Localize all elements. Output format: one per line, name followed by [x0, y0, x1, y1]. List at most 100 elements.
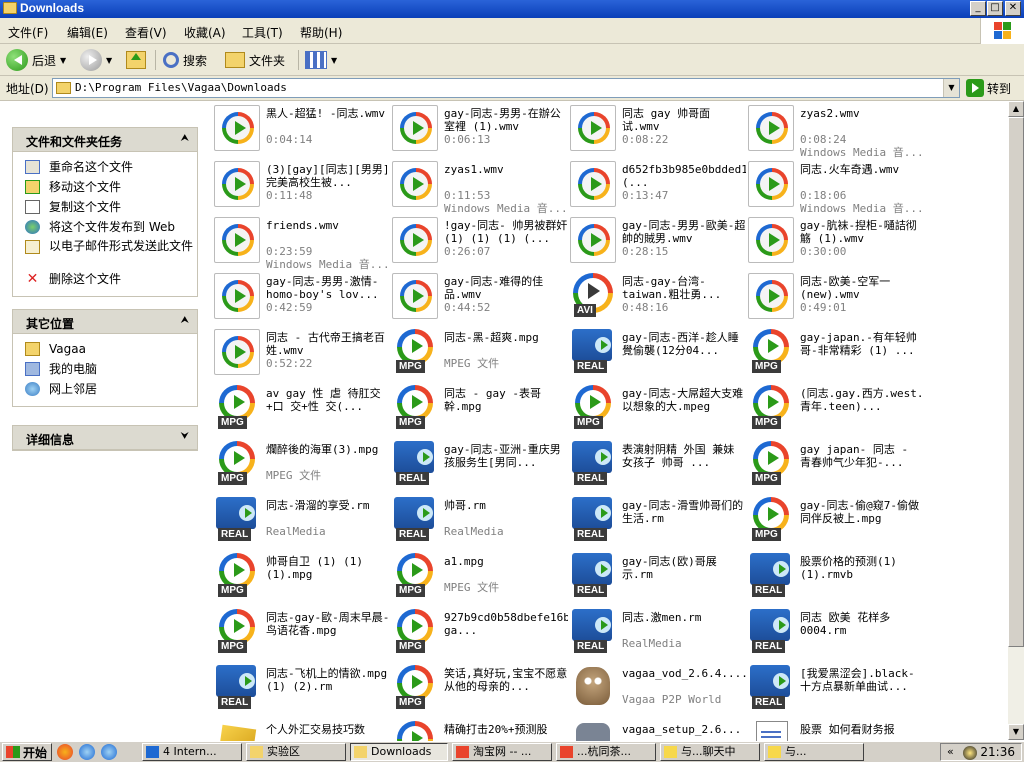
scroll-thumb[interactable] — [1008, 117, 1024, 647]
file-item[interactable]: MPG 同志-gay-歐-周末早晨-鸟语花香.mpg — [212, 607, 390, 663]
chevron-left-icon[interactable]: « — [947, 745, 954, 758]
file-item[interactable]: MPG927b9cd0b58dbefe16bfe0e36464b369 ga..… — [390, 607, 568, 663]
file-item[interactable]: MPG 爛醉後的海軍(3).mpg MPEG 文件 — [212, 439, 390, 495]
task-email[interactable]: 以电子邮件形式发送此文件 — [25, 238, 197, 270]
file-item[interactable]: AVI 同志-gay-台湾-taiwan.粗壮勇... 0:48:16 — [568, 271, 746, 327]
file-item[interactable]: vagaa_setup_2.6... — [568, 719, 746, 741]
menu-edit[interactable]: 编辑(E) — [67, 24, 108, 41]
file-item[interactable]: gay-同志-男男-在辦公室裡 (1).wmv 0:06:13 — [390, 103, 568, 159]
chevron-down-icon[interactable]: ▼ — [943, 79, 959, 97]
file-item[interactable]: REAL 同志 欧美 花样多0004.rm — [746, 607, 924, 663]
expand-icon[interactable]: ⮟ — [181, 431, 190, 442]
file-item[interactable]: MPG 同志-黑-超爽.mpg MPEG 文件 — [390, 327, 568, 383]
file-item[interactable]: gay-同志-男男-激情-homo-boy's lov... 0:42:59 — [212, 271, 390, 327]
media-player-icon[interactable] — [57, 744, 73, 760]
menu-tools[interactable]: 工具(T) — [242, 24, 283, 41]
file-item[interactable]: 个人外汇交易技巧数 — [212, 719, 390, 741]
go-button[interactable]: 转到 — [966, 79, 1011, 97]
task-move[interactable]: 移动这个文件 — [25, 178, 197, 198]
collapse-icon[interactable]: ⮝ — [181, 133, 190, 144]
file-item[interactable]: MPG gay-同志-大屌超大支难以想象的大.mpeg — [568, 383, 746, 439]
file-item[interactable]: (3)[gay][同志][男男]完美高校生被... 0:11:48 — [212, 159, 390, 215]
taskbar-button[interactable]: 与... — [764, 743, 864, 761]
task-delete[interactable]: ✕ 删除这个文件 — [25, 270, 197, 290]
file-item[interactable]: zyas2.wmv 0:08:24 Windows Media 音... — [746, 103, 924, 159]
file-item[interactable]: REAL [我爱黑涩会].black-十方点暴新单曲试... — [746, 663, 924, 719]
menu-view[interactable]: 查看(V) — [125, 24, 167, 41]
place-my-computer[interactable]: 我的电脑 — [25, 360, 197, 380]
address-input[interactable]: D:\Program Files\Vagaa\Downloads ▼ — [52, 78, 960, 98]
close-button[interactable]: ✕ — [1005, 1, 1021, 16]
file-item[interactable]: REAL gay-同志-滑雪帅哥们的生活.rm — [568, 495, 746, 551]
other-places-header[interactable]: 其它位置 ⮝ — [13, 310, 197, 334]
file-item[interactable]: REAL gay-同志-亚洲-重庆男孩服务生[男同... — [390, 439, 568, 495]
file-item[interactable]: gay-同志-男男-歐美-超帥的賊男.wmv 0:28:15 — [568, 215, 746, 271]
real-file-icon: REAL — [214, 665, 260, 711]
file-item[interactable]: REAL 同志.激men.rm RealMedia — [568, 607, 746, 663]
taskbar-button[interactable]: ...杭同茶... — [556, 743, 656, 761]
taskbar-button[interactable]: 淘宝网 -- ... — [452, 743, 552, 761]
file-item[interactable]: MPG 帅哥自卫 (1) (1)(1).mpg — [212, 551, 390, 607]
views-button[interactable]: ▼ — [305, 48, 337, 72]
file-item[interactable]: REAL 股票价格的预测(1)(1).rmvb — [746, 551, 924, 607]
file-item[interactable]: MPG a1.mpg MPEG 文件 — [390, 551, 568, 607]
task-publish-web[interactable]: 将这个文件发布到 Web — [25, 218, 197, 238]
taskbar-button[interactable]: 与...聊天中 — [660, 743, 760, 761]
file-item[interactable]: REAL 帅哥.rm RealMedia — [390, 495, 568, 551]
file-item[interactable]: MPG 同志 - gay -表哥幹.mpg — [390, 383, 568, 439]
file-item[interactable]: 同志 - 古代帝王搞老百姓.wmv 0:52:22 — [212, 327, 390, 383]
file-item[interactable]: MPG 笑话,真好玩,宝宝不愿意从他的母亲的... — [390, 663, 568, 719]
quicklaunch-icon[interactable] — [79, 744, 95, 760]
file-item[interactable]: friends.wmv 0:23:59 Windows Media 音... — [212, 215, 390, 271]
file-item[interactable]: 同志.火车奇遇.wmv 0:18:06 Windows Media 音... — [746, 159, 924, 215]
internet-explorer-icon[interactable] — [101, 744, 117, 760]
file-item[interactable]: gay-肮袜-揑柜-嗵詰彻觞 (1).wmv 0:30:00 — [746, 215, 924, 271]
file-item[interactable]: MPG gay japan- 同志 - 青春帅气少年犯-... — [746, 439, 924, 495]
taskbar-button[interactable]: 4 Intern... — [142, 743, 242, 761]
taskbar-button[interactable]: 实验区 — [246, 743, 346, 761]
file-item[interactable]: MPG 精确打击20%+预测股 — [390, 719, 568, 741]
file-item[interactable]: 同志-欧美-空军一(new).wmv 0:49:01 — [746, 271, 924, 327]
menu-favorites[interactable]: 收藏(A) — [184, 24, 226, 41]
start-button[interactable]: 开始 — [2, 743, 52, 761]
scroll-down-button[interactable]: ▼ — [1008, 724, 1024, 740]
search-button[interactable]: 搜索 — [163, 48, 207, 72]
back-button[interactable]: 后退 ▼ — [6, 48, 66, 72]
file-item[interactable]: 黑人-超猛! -同志.wmv 0:04:14 — [212, 103, 390, 159]
maximize-button[interactable]: □ — [987, 1, 1003, 16]
file-item[interactable]: REAL 同志-飞机上的情欲.mpg (1) (2).rm — [212, 663, 390, 719]
vertical-scrollbar[interactable]: ▲ ▼ — [1008, 101, 1024, 740]
task-rename[interactable]: 重命名这个文件 — [25, 158, 197, 178]
file-item[interactable]: gay-同志-难得的佳品.wmv 0:44:52 — [390, 271, 568, 327]
file-item[interactable]: 同志 gay 帅哥面试.wmv 0:08:22 — [568, 103, 746, 159]
file-item[interactable]: REAL gay-同志(欧)哥展示.rm — [568, 551, 746, 607]
minimize-button[interactable]: _ — [970, 1, 986, 16]
task-copy[interactable]: 复制这个文件 — [25, 198, 197, 218]
folders-button[interactable]: 文件夹 — [225, 48, 285, 72]
collapse-icon[interactable]: ⮝ — [181, 315, 190, 326]
details-header[interactable]: 详细信息 ⮟ — [13, 426, 197, 450]
menu-file[interactable]: 文件(F) — [8, 24, 48, 41]
scroll-up-button[interactable]: ▲ — [1008, 101, 1024, 117]
file-item[interactable]: REAL gay-同志-西洋-趁人睡覺偷襲(12分04... — [568, 327, 746, 383]
file-item[interactable]: MPG gay-同志-偷@窥7-偷做同伴反被上.mpg — [746, 495, 924, 551]
file-item[interactable]: d652fb3b985e0bdded1196e1afcccbd4 (...0:1… — [568, 159, 746, 215]
file-item[interactable]: MPG gay-japan.-有年轻帅哥-非常精彩 (1) ... — [746, 327, 924, 383]
menu-help[interactable]: 帮助(H) — [300, 24, 342, 41]
wmv-file-icon — [214, 161, 260, 207]
place-network[interactable]: 网上邻居 — [25, 380, 197, 400]
file-item[interactable]: REAL 同志-滑溜的享受.rm RealMedia — [212, 495, 390, 551]
up-folder-button[interactable] — [126, 48, 146, 72]
file-item[interactable]: MPG (同志.gay.西方.west.青年.teen)... — [746, 383, 924, 439]
file-item[interactable]: 股票 如何看财务报 — [746, 719, 924, 741]
file-item[interactable]: vagaa_vod_2.6.4.... Vagaa P2P World — [568, 663, 746, 719]
file-item[interactable]: !gay-同志- 帅男被群奸 (1) (1) (1) (... 0:26:07 — [390, 215, 568, 271]
forward-button[interactable]: ▼ — [80, 48, 112, 72]
taskbar-button[interactable]: Downloads — [350, 743, 448, 761]
file-tasks-header[interactable]: 文件和文件夹任务 ⮝ — [13, 128, 197, 152]
file-item[interactable]: MPG av gay 性 虐 待肛交+口 交+性 交(... — [212, 383, 390, 439]
file-item[interactable]: REAL 表演射阴精 外国 兼妹 女孩子 帅哥 ... — [568, 439, 746, 495]
qq-icon[interactable] — [963, 746, 977, 760]
place-vagaa[interactable]: Vagaa — [25, 340, 197, 360]
file-item[interactable]: zyas1.wmv 0:11:53 Windows Media 音... — [390, 159, 568, 215]
